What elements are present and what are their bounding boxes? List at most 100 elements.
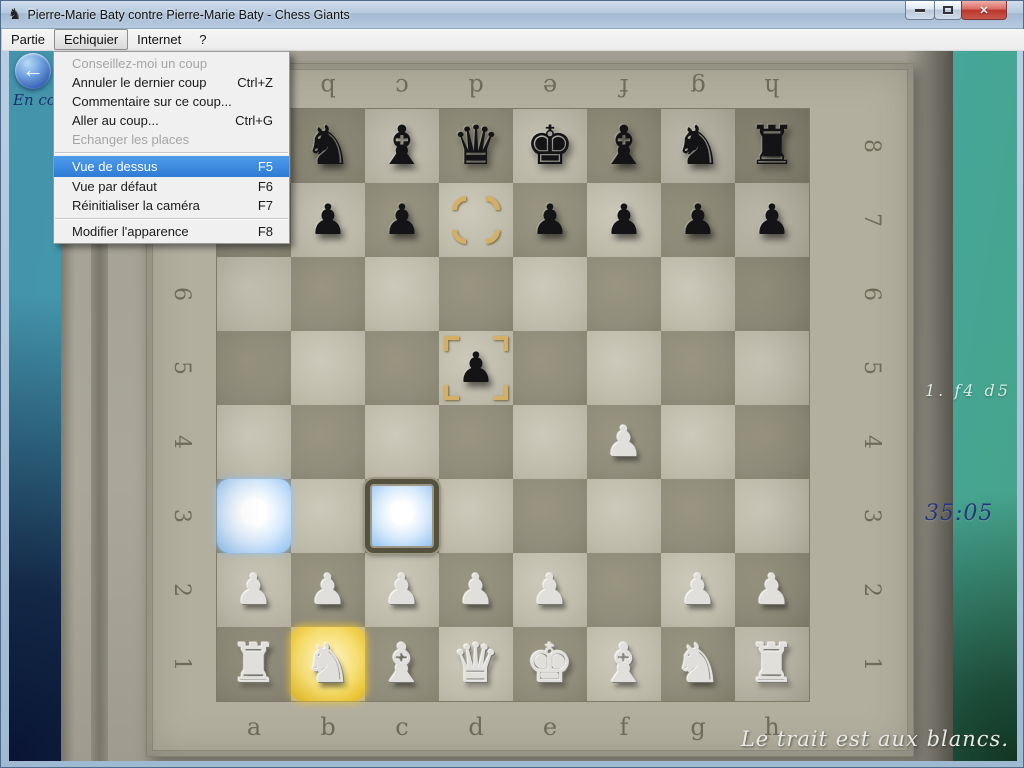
black-pawn-g7[interactable]: ♟ [661,183,735,257]
black-knight-b8[interactable]: ♞ [291,109,365,183]
black-pawn-f7[interactable]: ♟ [587,183,661,257]
square-e5[interactable] [513,331,587,405]
black-knight-g8[interactable]: ♞ [661,109,735,183]
square-f4[interactable]: ♟ [587,405,661,479]
square-g6[interactable] [661,257,735,331]
square-f8[interactable]: ♝ [587,109,661,183]
square-b4[interactable] [291,405,365,479]
white-pawn-b2[interactable]: ♟ [291,553,365,627]
black-king-e8[interactable]: ♚ [513,109,587,183]
menubar-item-internet[interactable]: Internet [128,29,190,50]
menu-item-vue-de-dessus[interactable]: Vue de dessus F5 [54,156,289,177]
white-pawn-e2[interactable]: ♟ [513,553,587,627]
black-rook-h8[interactable]: ♜ [735,109,809,183]
square-g7[interactable]: ♟ [661,183,735,257]
square-a1[interactable]: ♜ [217,627,291,701]
maximize-button[interactable] [934,1,962,20]
square-f5[interactable] [587,331,661,405]
menu-item-vue-par-defaut[interactable]: Vue par défaut F6 [54,177,289,196]
menubar-item-help[interactable]: ? [190,29,215,50]
square-h1[interactable]: ♜ [735,627,809,701]
white-queen-d1[interactable]: ♛ [439,627,513,701]
square-c2[interactable]: ♟ [365,553,439,627]
square-d6[interactable] [439,257,513,331]
menu-item-aller-au-coup[interactable]: Aller au coup... Ctrl+G [54,111,289,130]
minimize-button[interactable] [905,1,935,20]
square-b3[interactable] [291,479,365,553]
square-b2[interactable]: ♟ [291,553,365,627]
white-bishop-f1[interactable]: ♝ [587,627,661,701]
square-d8[interactable]: ♛ [439,109,513,183]
black-bishop-c8[interactable]: ♝ [365,109,439,183]
square-e4[interactable] [513,405,587,479]
square-d4[interactable] [439,405,513,479]
menu-item-commentaire-sur-ce-coup[interactable]: Commentaire sur ce coup... [54,92,289,111]
square-c4[interactable] [365,405,439,479]
white-rook-a1[interactable]: ♜ [217,627,291,701]
black-bishop-f8[interactable]: ♝ [587,109,661,183]
black-pawn-d5[interactable]: ♟ [439,331,513,405]
square-a3[interactable] [217,479,291,553]
title-bar[interactable]: ♞ Pierre-Marie Baty contre Pierre-Marie … [1,1,1023,29]
square-c6[interactable] [365,257,439,331]
square-d1[interactable]: ♛ [439,627,513,701]
square-f7[interactable]: ♟ [587,183,661,257]
menubar-item-echiquier[interactable]: Echiquier [54,29,128,50]
black-pawn-c7[interactable]: ♟ [365,183,439,257]
square-a2[interactable]: ♟ [217,553,291,627]
white-king-e1[interactable]: ♚ [513,627,587,701]
black-pawn-e7[interactable]: ♟ [513,183,587,257]
white-pawn-c2[interactable]: ♟ [365,553,439,627]
square-c8[interactable]: ♝ [365,109,439,183]
square-e6[interactable] [513,257,587,331]
square-h7[interactable]: ♟ [735,183,809,257]
back-button[interactable]: ← [15,53,51,89]
white-knight-g1[interactable]: ♞ [661,627,735,701]
square-f1[interactable]: ♝ [587,627,661,701]
square-b5[interactable] [291,331,365,405]
square-h2[interactable]: ♟ [735,553,809,627]
white-pawn-d2[interactable]: ♟ [439,553,513,627]
square-a4[interactable] [217,405,291,479]
black-pawn-h7[interactable]: ♟ [735,183,809,257]
square-d5[interactable]: ♟ [439,331,513,405]
square-c3[interactable] [365,479,439,553]
white-pawn-a2[interactable]: ♟ [217,553,291,627]
close-button[interactable]: ✕ [961,1,1007,20]
square-d2[interactable]: ♟ [439,553,513,627]
square-e2[interactable]: ♟ [513,553,587,627]
white-bishop-c1[interactable]: ♝ [365,627,439,701]
menu-item-modifier-l-apparence[interactable]: Modifier l'apparence F8 [54,222,289,241]
white-rook-h1[interactable]: ♜ [735,627,809,701]
black-queen-d8[interactable]: ♛ [439,109,513,183]
square-h3[interactable] [735,479,809,553]
white-knight-b1[interactable]: ♞ [291,627,365,701]
white-pawn-f4[interactable]: ♟ [587,405,661,479]
square-b8[interactable]: ♞ [291,109,365,183]
square-e1[interactable]: ♚ [513,627,587,701]
square-g5[interactable] [661,331,735,405]
square-e7[interactable]: ♟ [513,183,587,257]
square-b7[interactable]: ♟ [291,183,365,257]
square-h5[interactable] [735,331,809,405]
square-d3[interactable] [439,479,513,553]
square-c5[interactable] [365,331,439,405]
square-d7[interactable] [439,183,513,257]
square-a6[interactable] [217,257,291,331]
square-g1[interactable]: ♞ [661,627,735,701]
white-pawn-g2[interactable]: ♟ [661,553,735,627]
menubar-item-partie[interactable]: Partie [2,29,54,50]
square-f2[interactable] [587,553,661,627]
square-b1[interactable]: ♞ [291,627,365,701]
white-pawn-h2[interactable]: ♟ [735,553,809,627]
square-f3[interactable] [587,479,661,553]
menu-item-reinitialiser-la-camera[interactable]: Réinitialiser la caméra F7 [54,196,289,215]
black-pawn-b7[interactable]: ♟ [291,183,365,257]
square-h8[interactable]: ♜ [735,109,809,183]
square-e3[interactable] [513,479,587,553]
square-e8[interactable]: ♚ [513,109,587,183]
square-a5[interactable] [217,331,291,405]
square-b6[interactable] [291,257,365,331]
square-c1[interactable]: ♝ [365,627,439,701]
square-c7[interactable]: ♟ [365,183,439,257]
